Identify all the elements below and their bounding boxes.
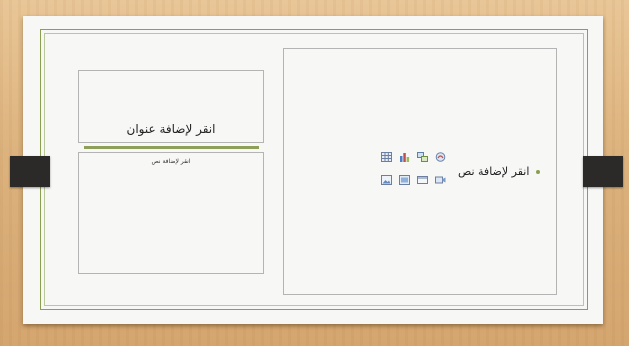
screenshot-icon[interactable]: [417, 175, 428, 185]
title-placeholder-text: انقر لإضافة عنوان: [126, 122, 216, 136]
table-icon[interactable]: [381, 152, 392, 162]
media-icon[interactable]: [399, 175, 410, 185]
clipart-icon[interactable]: [435, 152, 446, 162]
text-placeholder-text: انقر لإضافة نص: [151, 158, 191, 165]
text-placeholder[interactable]: انقر لإضافة نص: [78, 152, 264, 274]
insert-content-icons: [381, 152, 447, 187]
smartart-icon[interactable]: [417, 152, 428, 162]
bullet-icon: [536, 169, 541, 174]
title-divider: [84, 146, 259, 149]
content-bullet-row[interactable]: انقر لإضافة نص: [458, 165, 541, 178]
picture-icon[interactable]: [381, 175, 392, 185]
title-placeholder[interactable]: انقر لإضافة عنوان: [78, 70, 264, 143]
chart-icon[interactable]: [399, 152, 410, 162]
right-tab: [583, 156, 623, 187]
left-tab: [10, 156, 50, 187]
video-icon[interactable]: [435, 175, 446, 185]
content-placeholder-text: انقر لإضافة نص: [458, 165, 530, 178]
